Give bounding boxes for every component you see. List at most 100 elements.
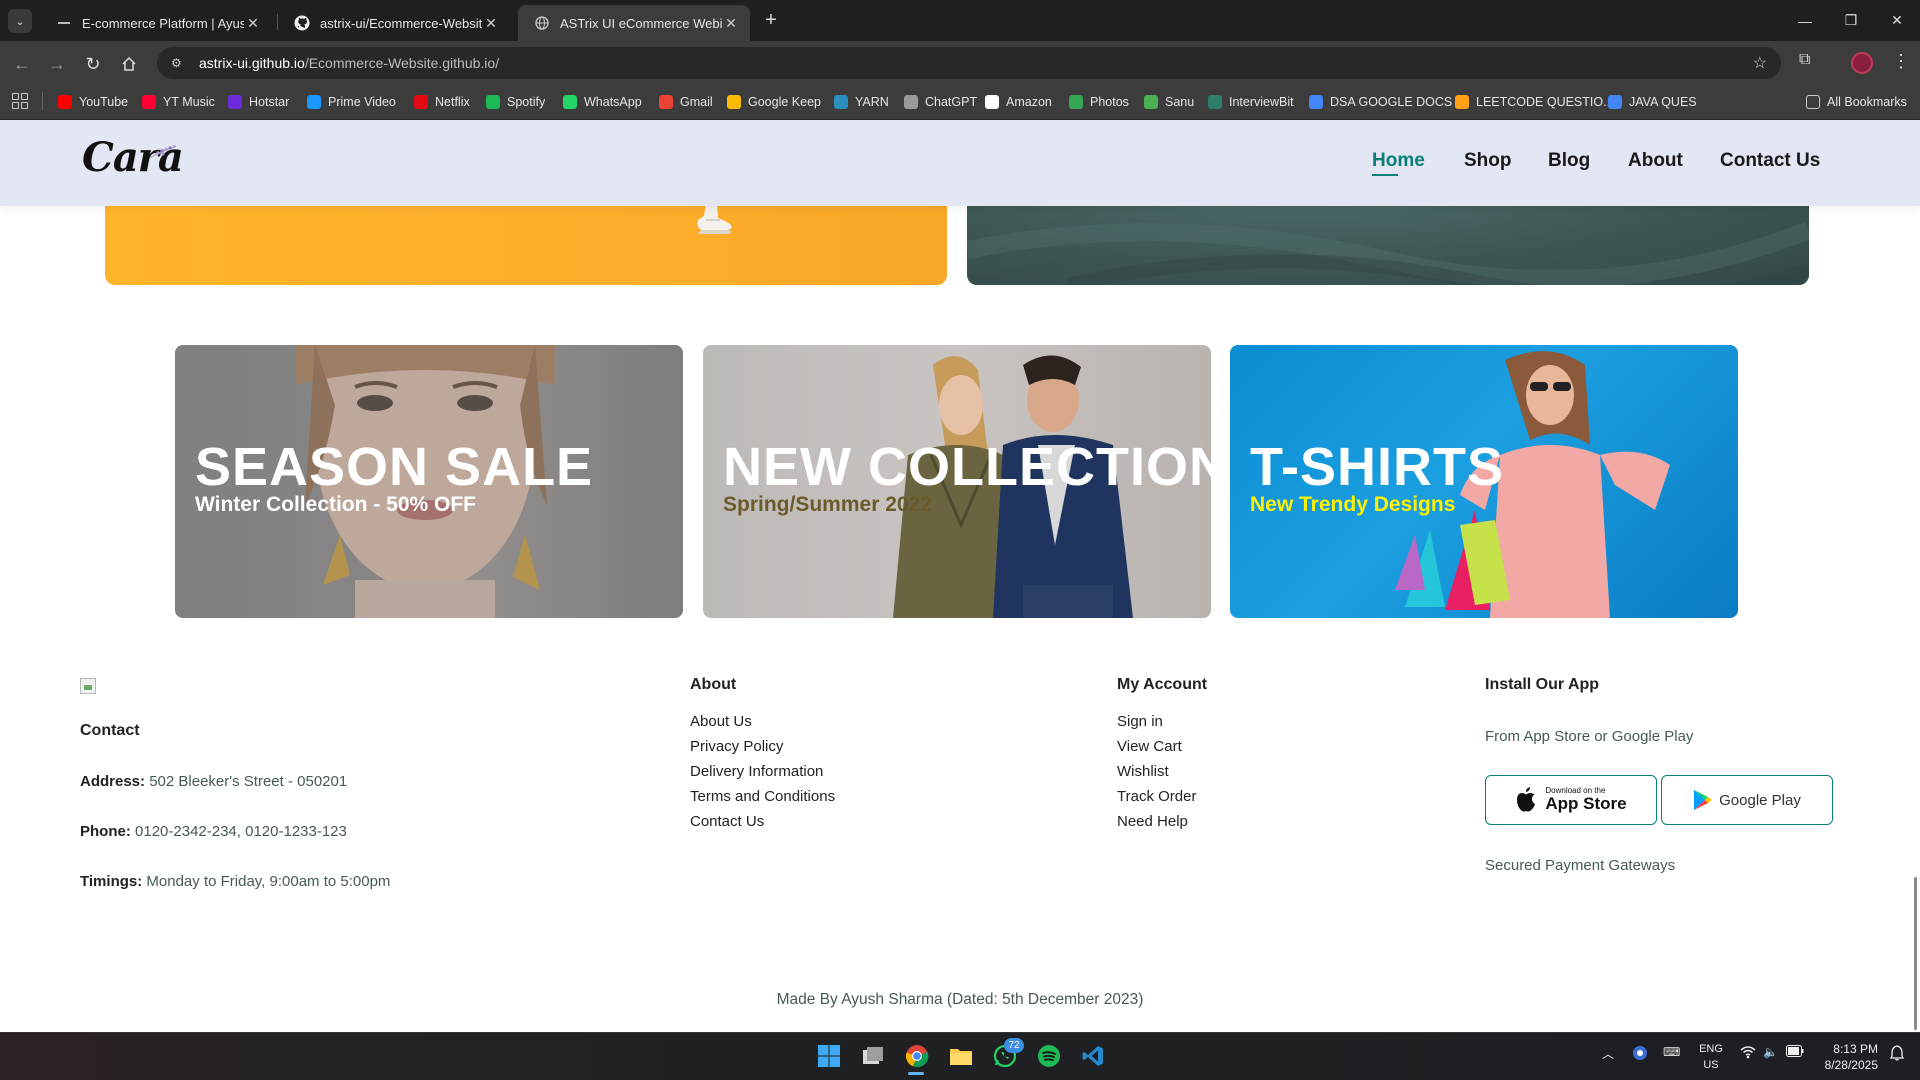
volume-icon[interactable]: 🔈	[1763, 1045, 1778, 1059]
wifi-icon[interactable]	[1740, 1045, 1756, 1062]
nav-home[interactable]: Home	[1372, 150, 1425, 172]
footer-link-need-help[interactable]: Need Help	[1117, 813, 1188, 830]
close-tab-icon[interactable]: ✕	[244, 15, 262, 32]
bookmark-photos[interactable]: Photos	[1069, 92, 1129, 112]
banner-subtitle: Winter Collection - 50% OFF	[195, 493, 476, 516]
footer-link-sign-in[interactable]: Sign in	[1117, 713, 1163, 730]
task-view-icon[interactable]	[859, 1042, 887, 1070]
region-code: US	[1703, 1059, 1719, 1071]
address-bar[interactable]: ⚙ astrix-ui.github.io/Ecommerce-Website.…	[157, 47, 1781, 79]
avatar[interactable]	[1851, 52, 1873, 74]
nav-about[interactable]: About	[1628, 150, 1683, 172]
bookmark-prime-video[interactable]: Prime Video	[307, 92, 396, 112]
language-indicator[interactable]: ENG US	[1696, 1041, 1726, 1073]
footer-link-wishlist[interactable]: Wishlist	[1117, 763, 1169, 780]
contact-address: Address: 502 Bleeker's Street - 050201	[80, 773, 347, 790]
windows-start-icon[interactable]	[815, 1042, 843, 1070]
footer-link-track-order[interactable]: Track Order	[1117, 788, 1196, 805]
banner-new-collection[interactable]: NEW COLLECTION Spring/Summer 2022	[703, 345, 1211, 618]
footer-link-terms[interactable]: Terms and Conditions	[690, 788, 835, 805]
bookmark-leetcode-questio[interactable]: LEETCODE QUESTIO...	[1455, 92, 1614, 112]
browser-tab-3-active[interactable]: ASTrix UI eCommerce Webiste ✕	[518, 5, 750, 41]
back-arrow-icon[interactable]: ←	[8, 50, 36, 78]
bookmark-hotstar[interactable]: Hotstar	[228, 92, 289, 112]
footer-link-view-cart[interactable]: View Cart	[1117, 738, 1182, 755]
github-icon	[294, 15, 310, 31]
bookmark-java-ques[interactable]: JAVA QUES	[1608, 92, 1697, 112]
system-clock[interactable]: 8:13 PM 8/28/2025	[1818, 1041, 1878, 1073]
bookmark-star-icon[interactable]: ☆	[1753, 53, 1767, 73]
extensions-icon[interactable]: ⧉	[1799, 51, 1810, 69]
bookmark-gmail[interactable]: Gmail	[659, 92, 713, 112]
bookmark-label: Gmail	[680, 95, 713, 109]
vpn-shield-icon[interactable]	[1632, 1045, 1648, 1064]
battery-icon[interactable]	[1786, 1045, 1804, 1060]
bookmark-amazon[interactable]: Amazon	[985, 92, 1052, 112]
footer-link-privacy-policy[interactable]: Privacy Policy	[690, 738, 783, 755]
spotify-icon[interactable]	[1035, 1042, 1063, 1070]
bookmark-chatgpt[interactable]: ChatGPT	[904, 92, 977, 112]
phone-value: 0120-2342-234, 0120-1233-123	[135, 823, 347, 840]
tab-title: astrix-ui/Ecommerce-Website.g	[320, 15, 482, 31]
footer-link-delivery-information[interactable]: Delivery Information	[690, 763, 823, 780]
bookmark-whatsapp[interactable]: WhatsApp	[563, 92, 642, 112]
bookmark-interviewbit[interactable]: InterviewBit	[1208, 92, 1294, 112]
whatsapp-icon	[563, 95, 577, 109]
restore-icon[interactable]: ❐	[1828, 0, 1874, 41]
bookmark-yarn[interactable]: YARN	[834, 92, 889, 112]
bookmark-divider	[42, 92, 43, 110]
bookmark-label: DSA GOOGLE DOCS	[1330, 95, 1453, 109]
bookmark-dsa-google-docs[interactable]: DSA GOOGLE DOCS	[1309, 92, 1452, 112]
nav-blog[interactable]: Blog	[1548, 150, 1590, 172]
bookmark-sanu[interactable]: Sanu	[1144, 92, 1194, 112]
hotstar-icon	[228, 95, 242, 109]
more-menu-icon[interactable]: ⋮	[1892, 51, 1910, 72]
bookmark-label: Amazon	[1006, 95, 1052, 109]
url-path: /Ecommerce-Website.github.io/	[304, 55, 500, 71]
all-bookmarks-folder[interactable]: All Bookmarks	[1806, 92, 1907, 112]
bookmark-spotify[interactable]: Spotify	[486, 92, 545, 112]
bookmark-netflix[interactable]: Netflix	[414, 92, 470, 112]
page-scrollbar[interactable]	[1914, 877, 1917, 1030]
amazon-icon	[985, 95, 999, 109]
reload-icon[interactable]: ↻	[79, 50, 107, 78]
footer-link-contact-us[interactable]: Contact Us	[690, 813, 764, 830]
app-store-button[interactable]: Download on the App Store	[1485, 775, 1657, 825]
bookmark-label: WhatsApp	[584, 95, 642, 109]
keyboard-icon[interactable]: ⌨	[1663, 1045, 1680, 1059]
apps-grid-icon[interactable]	[12, 93, 28, 109]
vscode-icon[interactable]	[1079, 1042, 1107, 1070]
show-hidden-icons-icon[interactable]: ︿	[1602, 1045, 1614, 1062]
active-app-indicator	[908, 1072, 924, 1075]
site-settings-icon[interactable]: ⚙	[171, 56, 187, 70]
home-icon[interactable]	[115, 50, 143, 78]
close-tab-icon[interactable]: ✕	[722, 15, 740, 32]
tab-search-button[interactable]: ⌄	[8, 9, 32, 33]
new-tab-icon[interactable]: +	[759, 9, 783, 32]
language-code: ENG	[1699, 1043, 1723, 1055]
bookmark-yt-music[interactable]: YT Music	[142, 92, 215, 112]
nav-shop[interactable]: Shop	[1464, 150, 1512, 172]
close-tab-icon[interactable]: ✕	[482, 15, 500, 32]
file-explorer-icon[interactable]	[947, 1042, 975, 1070]
close-window-icon[interactable]: ✕	[1874, 0, 1920, 41]
bookmark-google-keep[interactable]: Google Keep	[727, 92, 821, 112]
bookmark-label: Photos	[1090, 95, 1129, 109]
banner-t-shirts[interactable]: T-SHIRTS New Trendy Designs	[1230, 345, 1738, 618]
browser-tab-1[interactable]: E-commerce Platform | Ayush S ✕	[40, 5, 272, 41]
forward-arrow-icon[interactable]: →	[43, 50, 71, 78]
folder-icon	[1806, 95, 1820, 109]
footer-link-about-us[interactable]: About Us	[690, 713, 752, 730]
banner-season-sale[interactable]: SEASON SALE Winter Collection - 50% OFF	[175, 345, 683, 618]
google-play-button[interactable]: Google Play	[1661, 775, 1833, 825]
chrome-icon[interactable]	[903, 1042, 931, 1070]
nav-contact-us[interactable]: Contact Us	[1720, 150, 1820, 172]
youtube-icon	[58, 95, 72, 109]
all-bookmarks-label: All Bookmarks	[1827, 95, 1907, 109]
bookmark-label: Netflix	[435, 95, 470, 109]
bookmark-youtube[interactable]: YouTube	[58, 92, 128, 112]
browser-tab-2[interactable]: astrix-ui/Ecommerce-Website.g ✕	[278, 5, 510, 41]
notification-bell-icon[interactable]	[1889, 1045, 1905, 1064]
sanu-icon	[1144, 95, 1158, 109]
minimize-icon[interactable]: —	[1782, 0, 1828, 41]
